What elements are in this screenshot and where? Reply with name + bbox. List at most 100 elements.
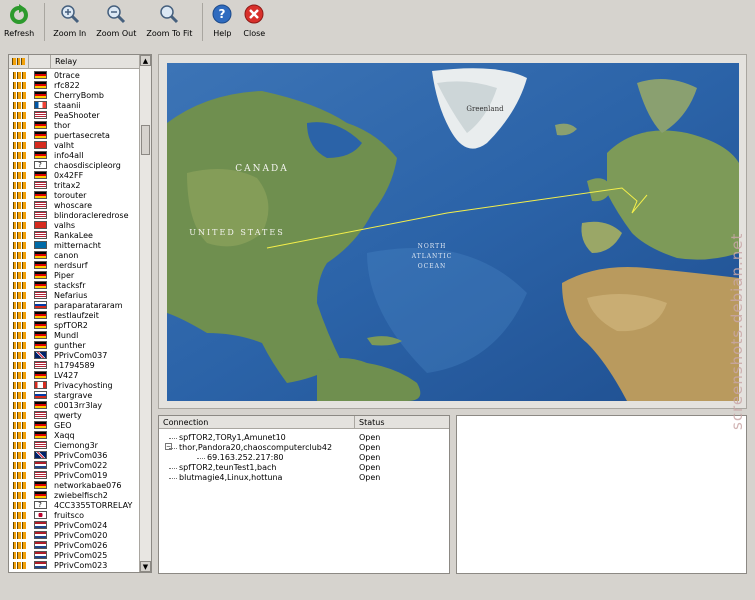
relay-name: 4CC3355TORRELAY — [54, 500, 133, 510]
zoom-out-button[interactable]: Zoom Out — [96, 3, 136, 38]
relay-row[interactable]: torouter — [9, 190, 139, 200]
bandwidth-bar-icon — [9, 161, 29, 169]
relay-row[interactable]: CherryBomb — [9, 90, 139, 100]
relay-row[interactable]: thor — [9, 120, 139, 130]
bandwidth-bar-icon — [9, 421, 29, 429]
country-flag-icon — [29, 271, 51, 279]
connection-column-header[interactable]: Connection — [159, 416, 355, 428]
country-flag-icon — [29, 141, 51, 149]
relay-row[interactable]: PPrivCom022 — [9, 460, 139, 470]
world-map[interactable]: Greenland CANADA UNITED STATES NORTH ATL… — [167, 63, 739, 401]
relay-row[interactable]: LV427 — [9, 370, 139, 380]
relay-row[interactable]: info4all — [9, 150, 139, 160]
relay-row[interactable]: fruitsco — [9, 510, 139, 520]
relay-row[interactable]: gunther — [9, 340, 139, 350]
bandwidth-bar-icon — [9, 301, 29, 309]
relay-row[interactable]: ? 4CC3355TORRELAY — [9, 500, 139, 510]
relay-list-scrollbar[interactable]: ▲ ▼ — [139, 55, 151, 572]
relay-row[interactable]: Nefarius — [9, 290, 139, 300]
relay-row[interactable]: PeaShooter — [9, 110, 139, 120]
connection-row[interactable]: blutmagie4,Linux,hottuna Open — [159, 472, 449, 482]
refresh-button[interactable]: Refresh — [4, 3, 34, 38]
relay-row[interactable]: PPrivCom025 — [9, 550, 139, 560]
scrollbar-thumb[interactable] — [141, 125, 150, 155]
country-flag-icon — [29, 421, 51, 429]
relay-row[interactable]: PPrivCom036 — [9, 450, 139, 460]
relay-name: gunther — [54, 340, 86, 350]
relay-row[interactable]: ? chaosdisciple​org — [9, 160, 139, 170]
relay-name: RankaLee — [54, 230, 93, 240]
relay-row[interactable]: GEO — [9, 420, 139, 430]
zoom-in-button[interactable]: Zoom In — [53, 3, 86, 38]
relay-row[interactable]: PPrivCom026 — [9, 540, 139, 550]
relay-row[interactable]: Ciemong3r — [9, 440, 139, 450]
relay-row[interactable]: puertasecreta — [9, 130, 139, 140]
bandwidth-bar-icon — [9, 71, 29, 79]
relay-row[interactable]: paraparatararam — [9, 300, 139, 310]
relay-row[interactable]: mitternacht — [9, 240, 139, 250]
relay-row[interactable]: valht — [9, 140, 139, 150]
relay-row[interactable]: h1794589 — [9, 360, 139, 370]
toolbar-separator — [44, 3, 46, 41]
relay-name: 0x42FF — [54, 170, 84, 180]
relay-row[interactable]: qwerty — [9, 410, 139, 420]
relay-row[interactable]: rfc822 — [9, 80, 139, 90]
country-flag-icon — [29, 381, 51, 389]
relay-row[interactable]: 0trace — [9, 70, 139, 80]
zoom-to-fit-button[interactable]: Zoom To Fit — [146, 3, 192, 38]
relay-row[interactable]: staanii — [9, 100, 139, 110]
scroll-up-arrow-icon[interactable]: ▲ — [140, 55, 151, 66]
relay-row[interactable]: Mundl — [9, 330, 139, 340]
bandwidth-bar-icon — [9, 81, 29, 89]
scroll-down-arrow-icon[interactable]: ▼ — [140, 561, 151, 572]
bandwidth-bar-icon — [9, 251, 29, 259]
bandwidth-bar-icon — [9, 491, 29, 499]
bandwidth-column-header[interactable] — [9, 55, 29, 69]
relay-name: PPrivCom022 — [54, 460, 108, 470]
relay-row[interactable]: RankaLee — [9, 230, 139, 240]
relay-row[interactable]: valhs — [9, 220, 139, 230]
connection-name: blutmagie4,Linux,hottuna — [179, 472, 283, 482]
connection-row[interactable]: spfTOR2,teunTest1,bach Open — [159, 462, 449, 472]
relay-row[interactable]: PPrivCom019 — [9, 470, 139, 480]
relay-row[interactable]: nerdsurf — [9, 260, 139, 270]
country-column-header[interactable] — [29, 55, 51, 69]
connection-row[interactable]: spfTOR2,TORy1,Amunet10 Open — [159, 432, 449, 442]
relay-row[interactable]: spfTOR2 — [9, 320, 139, 330]
relay-row[interactable]: restlaufzeit — [9, 310, 139, 320]
bandwidth-bar-icon — [9, 401, 29, 409]
country-flag-icon — [29, 451, 51, 459]
relay-row[interactable]: PPrivCom024 — [9, 520, 139, 530]
relay-row[interactable]: c0013rr3lay — [9, 400, 139, 410]
relay-row[interactable]: Xaqq — [9, 430, 139, 440]
relay-row[interactable]: networkabae076 — [9, 480, 139, 490]
relay-name: canon — [54, 250, 79, 260]
country-flag-icon — [29, 561, 51, 569]
bandwidth-bar-icon — [9, 451, 29, 459]
relay-name: Nefarius — [54, 290, 88, 300]
relay-column-header[interactable]: Relay — [51, 57, 77, 66]
relay-row[interactable]: stargrave — [9, 390, 139, 400]
connection-row[interactable]: 69.163.252.217:80 Open — [159, 452, 449, 462]
status-column-header[interactable]: Status — [355, 416, 385, 428]
connection-row[interactable]: − thor,Pandora20,chaoscomputerclub42 Open — [159, 442, 449, 452]
relay-list: 0trace rfc822 CherryBomb staanii PeaShooter t… — [9, 70, 139, 572]
bandwidth-bar-icon — [9, 311, 29, 319]
relay-row[interactable]: Piper — [9, 270, 139, 280]
relay-row[interactable]: whoscare — [9, 200, 139, 210]
relay-row[interactable]: canon — [9, 250, 139, 260]
close-icon — [243, 3, 265, 25]
relay-row[interactable]: Privacyhosting — [9, 380, 139, 390]
relay-row[interactable]: PPrivCom023 — [9, 560, 139, 570]
relay-row[interactable]: blindoracleredrose — [9, 210, 139, 220]
relay-row[interactable]: PPrivCom020 — [9, 530, 139, 540]
close-button[interactable]: Close — [243, 3, 265, 38]
relay-row[interactable]: 0x42FF — [9, 170, 139, 180]
help-button[interactable]: ? Help — [211, 3, 233, 38]
country-flag-icon — [29, 211, 51, 219]
relay-row[interactable]: stacksfr — [9, 280, 139, 290]
relay-row[interactable]: tritax2 — [9, 180, 139, 190]
relay-row[interactable]: PPrivCom037 — [9, 350, 139, 360]
relay-row[interactable]: zwiebelfisch2 — [9, 490, 139, 500]
country-flag-icon: ? — [29, 161, 51, 169]
